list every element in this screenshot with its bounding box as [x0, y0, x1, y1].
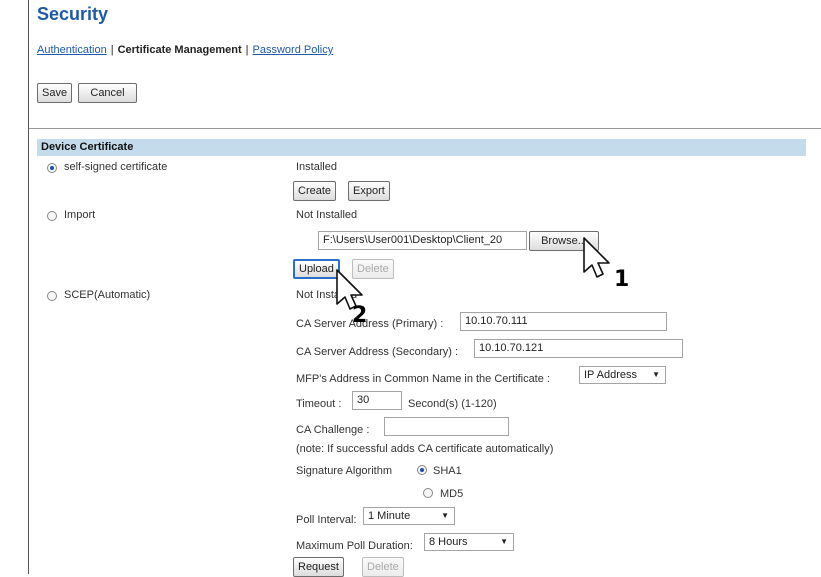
- request-button[interactable]: Request: [293, 557, 344, 577]
- dropdown-arrow-icon: ▼: [441, 511, 449, 520]
- sha1-radio[interactable]: [417, 465, 427, 475]
- callout-step-2: 2: [352, 303, 367, 324]
- poll-interval-selected: 1 Minute: [368, 510, 411, 522]
- poll-interval-select[interactable]: 1 Minute ▼: [363, 507, 455, 525]
- scep-note: (note: If successful adds CA certificate…: [296, 443, 554, 455]
- import-radio[interactable]: [47, 211, 57, 221]
- scep-label: SCEP(Automatic): [64, 289, 151, 301]
- mfp-cn-select[interactable]: IP Address ▼: [579, 366, 666, 384]
- mouse-pointer-icon: 2: [336, 269, 367, 324]
- create-button[interactable]: Create: [293, 181, 337, 201]
- upload-button[interactable]: Upload: [293, 259, 340, 279]
- signature-algorithm-label: Signature Algorithm: [296, 465, 392, 477]
- certificate-file-path-input[interactable]: F:\Users\User001\Desktop\Client_20: [318, 231, 527, 250]
- tab-password-policy[interactable]: Password Policy: [253, 44, 334, 56]
- tab-authentication[interactable]: Authentication: [37, 44, 107, 56]
- max-poll-duration-selected: 8 Hours: [429, 536, 468, 548]
- device-certificate-header: Device Certificate: [37, 139, 806, 156]
- dropdown-arrow-icon: ▼: [500, 537, 508, 546]
- import-status: Not Installed: [296, 209, 358, 221]
- ca-challenge-label: CA Challenge :: [296, 424, 370, 436]
- mfp-cn-selected: IP Address: [584, 369, 637, 381]
- md5-label: MD5: [440, 488, 464, 500]
- self-signed-label: self-signed certificate: [64, 161, 168, 173]
- cancel-button[interactable]: Cancel: [78, 83, 137, 103]
- page-left-border: [28, 0, 29, 574]
- sha1-label: SHA1: [433, 465, 462, 477]
- mouse-pointer-icon: 1: [583, 237, 628, 288]
- import-label: Import: [64, 209, 96, 221]
- max-poll-duration-select[interactable]: 8 Hours ▼: [424, 533, 514, 551]
- self-signed-radio[interactable]: [47, 163, 57, 173]
- subnav-separator: |: [245, 44, 249, 56]
- timeout-unit: Second(s) (1-120): [408, 398, 497, 410]
- dropdown-arrow-icon: ▼: [652, 370, 660, 379]
- scep-delete-button[interactable]: Delete: [362, 557, 404, 577]
- timeout-label: Timeout :: [296, 398, 342, 410]
- ca-secondary-input[interactable]: 10.10.70.121: [474, 339, 683, 358]
- page-title: Security: [37, 4, 109, 24]
- callout-step-1: 1: [614, 267, 628, 288]
- divider: [29, 128, 821, 129]
- mfp-cn-label: MFP's Address in Common Name in the Cert…: [296, 373, 550, 385]
- save-button[interactable]: Save: [37, 83, 73, 103]
- timeout-input[interactable]: 30: [352, 391, 402, 410]
- tab-certificate-management[interactable]: Certificate Management: [118, 44, 242, 56]
- ca-primary-input[interactable]: 10.10.70.111: [460, 312, 667, 331]
- subnav-separator: |: [110, 44, 114, 56]
- poll-interval-label: Poll Interval:: [296, 514, 357, 526]
- self-signed-status: Installed: [296, 161, 337, 173]
- security-subnav: Authentication | Certificate Management | Pa…: [37, 44, 333, 56]
- md5-radio[interactable]: [423, 488, 433, 498]
- export-button[interactable]: Export: [348, 181, 390, 201]
- scep-radio[interactable]: [47, 291, 57, 301]
- ca-challenge-input[interactable]: [384, 417, 509, 436]
- max-poll-duration-label: Maximum Poll Duration:: [296, 540, 413, 552]
- ca-secondary-label: CA Server Address (Secondary) :: [296, 346, 459, 358]
